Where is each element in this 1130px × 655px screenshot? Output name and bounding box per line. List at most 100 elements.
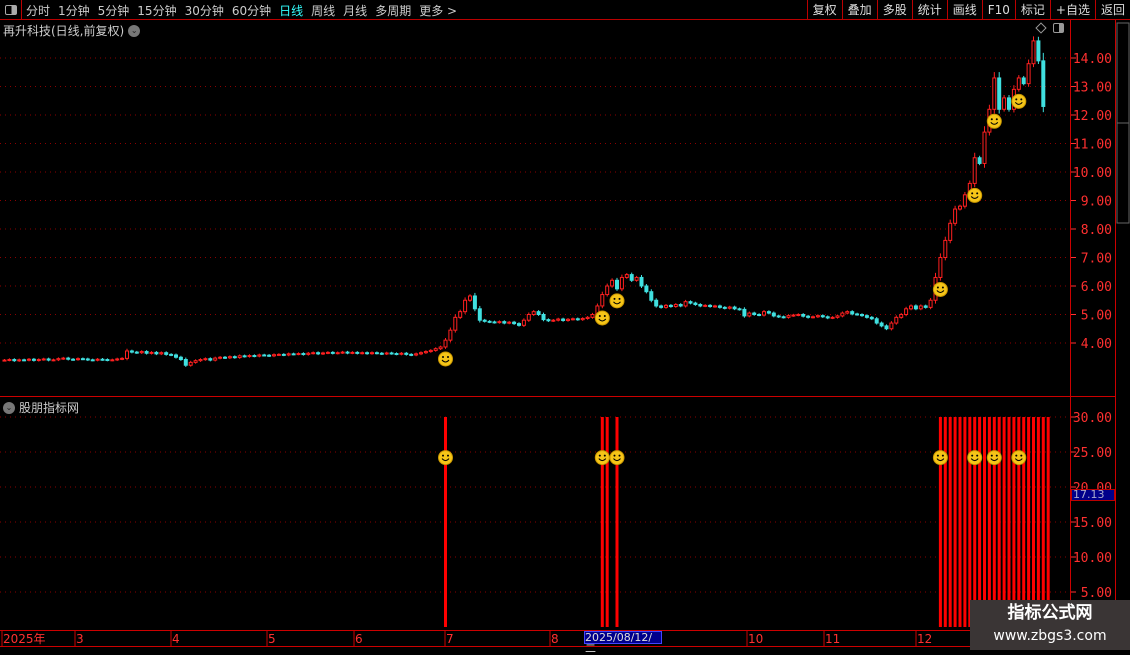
candle-body [879, 322, 884, 327]
candle-body [443, 339, 448, 348]
indicator-axis-label: 5.00 [1081, 586, 1112, 601]
chart-canvas[interactable]: 14.00 13.00 12.00 11.00 10.00 9.00 8.00 7.00 6.0… [0, 0, 1130, 650]
smiley-eye [598, 314, 601, 317]
candle-body [120, 357, 125, 360]
candle-body [237, 355, 242, 359]
price-axis-label: 6.00 [1081, 280, 1112, 295]
x-axis-label: 11 [825, 632, 840, 646]
candle-body [580, 317, 585, 321]
candle-body [51, 359, 56, 362]
candle-body [727, 306, 732, 309]
candle-body [262, 354, 267, 357]
candle-body [948, 222, 953, 241]
candle-body [468, 295, 472, 301]
candle-body [668, 304, 673, 308]
candle-body [649, 291, 654, 301]
candle-body [80, 358, 85, 361]
candle-body [129, 350, 134, 353]
candle-body [17, 359, 22, 362]
indicator-axis-label: 25.00 [1073, 446, 1112, 461]
watermark: 指标公式网 www.zbgs3.com [970, 600, 1130, 650]
candle-body [198, 359, 203, 362]
candle-body [350, 351, 355, 354]
candle-body [737, 308, 742, 311]
candle-body [894, 316, 899, 324]
candle-body [267, 354, 272, 357]
candle-body [46, 358, 51, 361]
candle-body [526, 314, 531, 321]
candle-body [889, 322, 894, 330]
x-axis-label: 4 [172, 632, 180, 646]
candle-body [815, 315, 820, 318]
candle-body [458, 311, 463, 318]
candle-body [992, 77, 997, 110]
candle-body [223, 356, 227, 359]
candle-body [281, 353, 286, 356]
candle-body [899, 314, 904, 318]
candle-body [850, 311, 855, 315]
candle-body [345, 351, 350, 354]
indicator-bar [1032, 417, 1035, 627]
candle-body [659, 305, 664, 308]
candle-body [752, 312, 757, 316]
candle-body [747, 312, 752, 317]
candle-body [242, 355, 247, 358]
candle-body [688, 301, 693, 304]
candle-body [1016, 77, 1021, 90]
candle-body [203, 358, 208, 361]
smiley-eye [971, 192, 974, 195]
smiley-eye [613, 454, 616, 457]
candle-body [100, 358, 105, 361]
candle-body [90, 359, 95, 362]
smiley-eye [442, 355, 444, 358]
candle-body [904, 308, 909, 315]
candle-body [566, 318, 570, 321]
candle-body [762, 311, 766, 316]
price-axis-label: 14.00 [1073, 52, 1112, 67]
candle-body [634, 276, 639, 281]
candle-body [227, 356, 232, 359]
smiley-eye [1015, 454, 1018, 457]
indicator-bar [605, 417, 609, 627]
candle-body [717, 305, 722, 308]
candle-body [492, 321, 497, 324]
candle-body [482, 319, 487, 322]
smiley-eye [971, 454, 974, 457]
candle-body [938, 257, 943, 278]
smiley-icon [438, 450, 453, 466]
candle-body [306, 352, 311, 355]
candle-body [384, 352, 389, 355]
candle-body [497, 321, 502, 324]
smiley-icon [609, 293, 625, 309]
indicator-bar [992, 417, 996, 627]
candle-body [105, 359, 110, 362]
candle-body [139, 351, 144, 354]
x-axis-label: 6 [355, 632, 363, 646]
candle-body [1031, 40, 1036, 65]
candle-body [546, 319, 551, 322]
smiley-icon [986, 450, 1002, 466]
candle-body [12, 359, 17, 362]
candle-body [536, 311, 541, 315]
candle-body [330, 351, 335, 354]
indicator-bar [1002, 417, 1006, 627]
side-tab [1116, 22, 1130, 124]
candle-body [433, 348, 438, 351]
candle-body [732, 306, 737, 310]
candle-body [7, 359, 12, 362]
indicator-bar [958, 417, 962, 627]
price-axis-label: 4.00 [1081, 337, 1112, 352]
candle-body [477, 308, 482, 321]
candle-body [551, 319, 556, 322]
smiley-icon [594, 450, 610, 466]
candle-body [208, 358, 213, 361]
candle-body [693, 302, 698, 306]
candle-body [247, 355, 252, 358]
candle-body [419, 352, 423, 355]
candle-body [531, 311, 536, 315]
smiley-eye [447, 454, 449, 457]
candle-body [820, 315, 825, 318]
candle-body [232, 356, 237, 359]
smiley-icon [932, 450, 948, 466]
candle-body [27, 358, 31, 361]
